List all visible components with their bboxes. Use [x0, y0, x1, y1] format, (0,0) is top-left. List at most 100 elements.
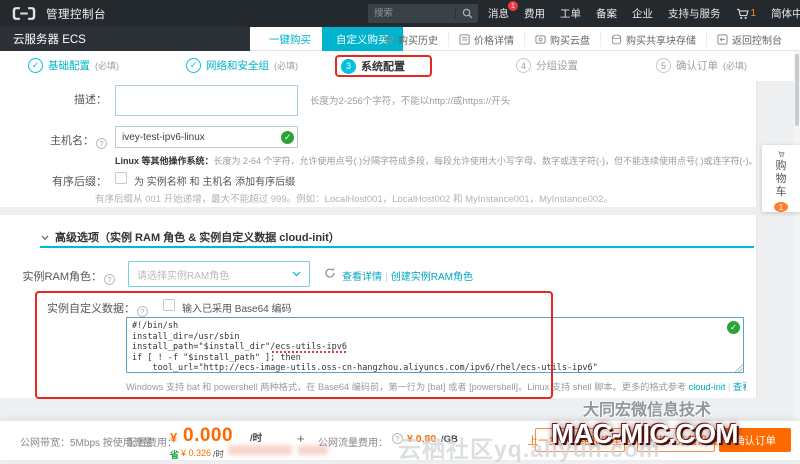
prev-step-button[interactable]: 上一步：网络和安全组: [535, 428, 625, 452]
step-label: 确认订单: [676, 58, 718, 73]
advanced-section-title[interactable]: 高级选项（实例 RAM 角色 & 实例自定义数据 cloud-init）: [55, 229, 340, 245]
base64-checkbox[interactable]: [163, 299, 175, 311]
link-label: 价格详情: [474, 32, 514, 47]
language-switcher[interactable]: 简体中文: [771, 6, 800, 21]
ram-role-placeholder: 请选择实例RAM角色: [137, 267, 229, 282]
chevron-down-icon: [292, 271, 301, 277]
wizard-steps: ✓ 基础配置 (必填) ✓ 网络和安全组 (必填) 3 系统配置 4 分组设置 …: [0, 51, 800, 81]
step-label: 分组设置: [536, 58, 578, 73]
confirm-order-button[interactable]: 确认订单: [719, 428, 791, 452]
topbar-cart-button[interactable]: 1: [736, 8, 757, 20]
link-buy-disk[interactable]: 购买云盘: [525, 32, 601, 47]
nav-enterprise[interactable]: 企业: [632, 6, 653, 21]
userdata-hint: Windows 支持 bat 和 powershell 两种格式，在 Base6…: [126, 382, 689, 392]
help-icon[interactable]: ?: [96, 138, 107, 149]
ordered-suffix-text: 为 实例名称 和 主机名 添加有序后缀: [134, 173, 295, 188]
step-done-check-icon: ✓: [186, 58, 201, 73]
ordered-suffix-label: 有序后缀：: [0, 173, 107, 189]
step-basic-config[interactable]: ✓ 基础配置 (必填): [28, 58, 119, 73]
step-number: 5: [656, 58, 671, 73]
step-number: 3: [341, 59, 356, 74]
link-label: 购买共享块存储: [626, 32, 696, 47]
ram-links: 查看详情 | 创建实例RAM角色: [342, 268, 473, 283]
step-required-tag: (必填): [274, 59, 298, 72]
step-done-check-icon: ✓: [28, 58, 43, 73]
description-textarea[interactable]: [115, 85, 298, 116]
search-icon[interactable]: [456, 8, 478, 19]
nav-messages[interactable]: 消息 1: [488, 6, 509, 21]
link-purchase-history[interactable]: 购买历史: [372, 32, 449, 47]
step-label: 网络和安全组: [206, 58, 269, 73]
next-step-button[interactable]: 下一步：分组设置: [637, 428, 715, 452]
collapse-chevron-icon[interactable]: [41, 232, 49, 244]
valid-check-icon: ✓: [281, 131, 294, 144]
ram-view-details-link[interactable]: 查看详情: [342, 272, 382, 283]
link-buy-shared-storage[interactable]: 购买共享块存储: [601, 32, 707, 47]
ordered-suffix-checkbox[interactable]: [115, 172, 127, 184]
global-search[interactable]: [368, 4, 478, 23]
nav-support[interactable]: 支持与服务: [668, 6, 721, 21]
step-required-tag: (必填): [723, 59, 747, 72]
scrollbar-thumb[interactable]: [795, 54, 799, 126]
cart-tab-badge: 1: [774, 202, 788, 212]
topbar-nav: 消息 1 费用 工单 备案 企业 支持与服务 1 简体中文: [488, 0, 800, 27]
search-input[interactable]: [368, 8, 455, 19]
step-label: 基础配置: [48, 58, 90, 73]
help-icon[interactable]: ?: [392, 433, 403, 444]
disk-icon: [535, 34, 546, 45]
link-price-details[interactable]: 价格详情: [449, 32, 525, 47]
cloud-init-link[interactable]: cloud-init: [689, 382, 726, 392]
step-system-config[interactable]: 3 系统配置: [341, 58, 405, 74]
message-count-badge: 1: [508, 1, 518, 11]
redacted-text: [228, 445, 292, 455]
price-doc-icon: [459, 34, 470, 45]
ram-role-select[interactable]: 请选择实例RAM角色: [128, 261, 310, 287]
advanced-options-card: 高级选项（实例 RAM 角色 & 实例自定义数据 cloud-init） 实例R…: [0, 215, 757, 398]
refresh-icon[interactable]: [324, 267, 336, 282]
resize-grip[interactable]: [735, 364, 743, 372]
cart-tab-label: 购物车: [775, 160, 788, 199]
ordered-suffix-hint: 有序后缀从 001 开始递增，最大不能超过 999。例如：LocalHost00…: [95, 191, 613, 205]
nav-billing[interactable]: 费用: [524, 6, 545, 21]
ram-role-label: 实例RAM角色：?: [0, 268, 115, 285]
history-cart-icon: [382, 34, 394, 45]
traffic-fee-label: 公网流量费用：: [318, 434, 388, 449]
product-title: 云服务器 ECS: [0, 27, 250, 51]
link-label: 购买历史: [398, 32, 438, 47]
header-links: 购买历史 价格详情 购买云盘 购买共享块存储 返回控制台: [372, 27, 792, 51]
back-arrow-icon: [717, 34, 728, 45]
base64-checkbox-text: 输入已采用 Base64 编码: [182, 300, 291, 315]
tab-quick-buy[interactable]: 一键购买: [255, 27, 325, 51]
plus-separator: +: [297, 431, 305, 446]
spellcheck-underline: [272, 351, 348, 353]
topbar: 管理控制台 消息 1 费用 工单 备案 企业 支持与服务 1 简体中文: [0, 0, 800, 27]
step-network-security[interactable]: ✓ 网络和安全组 (必填): [186, 58, 298, 73]
help-icon[interactable]: ?: [104, 274, 115, 285]
userdata-textarea[interactable]: #!/bin/sh install_dir=/usr/sbin install_…: [126, 317, 744, 373]
cart-side-tab[interactable]: 购物车 1: [762, 145, 800, 212]
step-required-tag: (必填): [95, 59, 119, 72]
save-tag: 省: [170, 448, 179, 461]
product-header: 云服务器 ECS 一键购买 自定义购买 购买历史 价格详情 购买云盘 购买共享块…: [0, 27, 800, 51]
per-gb-unit: /GB: [441, 434, 458, 445]
step-grouping[interactable]: 4 分组设置: [516, 58, 578, 73]
ram-create-role-link[interactable]: 创建实例RAM角色: [391, 272, 473, 283]
hostname-hint-os: Linux 等其他操作系统：: [115, 156, 214, 166]
shared-storage-icon: [611, 34, 622, 45]
hostname-input[interactable]: [115, 126, 298, 148]
nav-tickets[interactable]: 工单: [560, 6, 581, 21]
step-label: 系统配置: [361, 58, 405, 74]
aliyun-logo-icon[interactable]: [12, 6, 36, 21]
help-icon[interactable]: ?: [137, 306, 148, 317]
link-back-console[interactable]: 返回控制台: [707, 32, 792, 47]
step-confirm-order[interactable]: 5 确认订单 (必填): [656, 58, 747, 73]
view-details-link[interactable]: 查看详情: [733, 382, 746, 392]
nav-icp[interactable]: 备案: [596, 6, 617, 21]
topbar-cart-count: 1: [751, 8, 757, 19]
link-separator: |: [385, 272, 388, 283]
section-underline: [40, 246, 754, 248]
config-fee-amount: 0.000: [183, 425, 233, 447]
link-label: 购买云盘: [550, 32, 590, 47]
hostname-hint: 长度为 2-64 个字符，允许使用点号(.)分隔字符成多段，每段允许使用大小写字…: [214, 156, 756, 166]
system-config-card: 描述： 长度为2-256个字符，不能以http://或https://开头 主机…: [0, 81, 757, 207]
